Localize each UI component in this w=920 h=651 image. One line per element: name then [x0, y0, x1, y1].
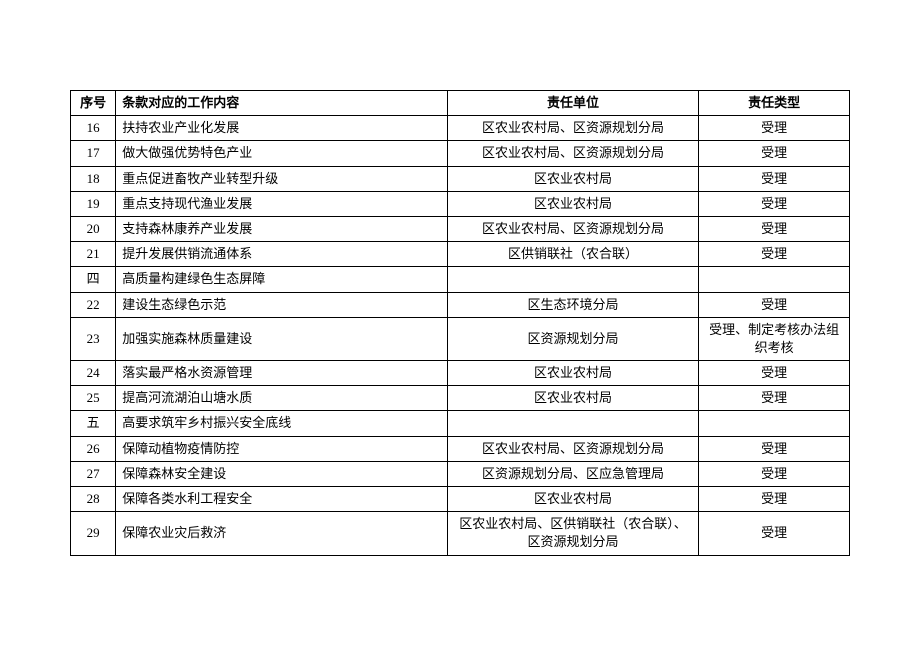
cell-content: 扶持农业产业化发展: [116, 116, 448, 141]
cell-seq: 19: [71, 191, 116, 216]
cell-content: 落实最严格水资源管理: [116, 361, 448, 386]
table-section-row: 四高质量构建绿色生态屏障: [71, 267, 850, 292]
cell-unit: 区农业农村局: [447, 166, 698, 191]
header-seq: 序号: [71, 91, 116, 116]
cell-unit: 区农业农村局、区资源规划分局: [447, 436, 698, 461]
cell-content: 重点支持现代渔业发展: [116, 191, 448, 216]
cell-unit: 区资源规划分局、区应急管理局: [447, 461, 698, 486]
cell-unit: 区农业农村局: [447, 361, 698, 386]
cell-content: 保障农业灾后救济: [116, 512, 448, 555]
cell-content: 加强实施森林质量建设: [116, 317, 448, 360]
cell-type: 受理: [699, 292, 850, 317]
cell-seq: 五: [71, 411, 116, 436]
cell-seq: 24: [71, 361, 116, 386]
cell-unit: 区农业农村局: [447, 386, 698, 411]
cell-type: 受理: [699, 436, 850, 461]
cell-unit: 区农业农村局、区供销联社（农合联）、区资源规划分局: [447, 512, 698, 555]
cell-unit: 区供销联社（农合联）: [447, 242, 698, 267]
header-content: 条款对应的工作内容: [116, 91, 448, 116]
cell-type: 受理、制定考核办法组织考核: [699, 317, 850, 360]
cell-seq: 21: [71, 242, 116, 267]
cell-type: 受理: [699, 166, 850, 191]
table-row: 28保障各类水利工程安全区农业农村局受理: [71, 487, 850, 512]
table-row: 23加强实施森林质量建设区资源规划分局受理、制定考核办法组织考核: [71, 317, 850, 360]
cell-seq: 23: [71, 317, 116, 360]
table-row: 16扶持农业产业化发展区农业农村局、区资源规划分局受理: [71, 116, 850, 141]
cell-content: 保障各类水利工程安全: [116, 487, 448, 512]
cell-seq: 16: [71, 116, 116, 141]
cell-type: 受理: [699, 461, 850, 486]
cell-unit: [447, 411, 698, 436]
cell-content: 高质量构建绿色生态屏障: [116, 267, 448, 292]
cell-unit: 区生态环境分局: [447, 292, 698, 317]
table-row: 18重点促进畜牧产业转型升级区农业农村局受理: [71, 166, 850, 191]
cell-unit: 区农业农村局、区资源规划分局: [447, 216, 698, 241]
table-row: 21提升发展供销流通体系区供销联社（农合联）受理: [71, 242, 850, 267]
cell-seq: 22: [71, 292, 116, 317]
cell-type: 受理: [699, 216, 850, 241]
cell-type: 受理: [699, 487, 850, 512]
cell-seq: 29: [71, 512, 116, 555]
cell-seq: 28: [71, 487, 116, 512]
table-row: 19重点支持现代渔业发展区农业农村局受理: [71, 191, 850, 216]
cell-seq: 四: [71, 267, 116, 292]
table-body: 16扶持农业产业化发展区农业农村局、区资源规划分局受理17做大做强优势特色产业区…: [71, 116, 850, 555]
cell-type: [699, 267, 850, 292]
cell-seq: 18: [71, 166, 116, 191]
table-row: 24落实最严格水资源管理区农业农村局受理: [71, 361, 850, 386]
table-row: 20支持森林康养产业发展区农业农村局、区资源规划分局受理: [71, 216, 850, 241]
cell-seq: 27: [71, 461, 116, 486]
cell-unit: 区农业农村局: [447, 487, 698, 512]
cell-type: 受理: [699, 242, 850, 267]
cell-content: 提高河流湖泊山塘水质: [116, 386, 448, 411]
cell-seq: 17: [71, 141, 116, 166]
cell-content: 建设生态绿色示范: [116, 292, 448, 317]
cell-type: 受理: [699, 191, 850, 216]
table-row: 22建设生态绿色示范区生态环境分局受理: [71, 292, 850, 317]
table-row: 17做大做强优势特色产业区农业农村局、区资源规划分局受理: [71, 141, 850, 166]
cell-unit: 区资源规划分局: [447, 317, 698, 360]
cell-unit: 区农业农村局: [447, 191, 698, 216]
cell-unit: [447, 267, 698, 292]
cell-seq: 25: [71, 386, 116, 411]
table-row: 29保障农业灾后救济区农业农村局、区供销联社（农合联）、区资源规划分局受理: [71, 512, 850, 555]
cell-type: 受理: [699, 512, 850, 555]
table-row: 25提高河流湖泊山塘水质区农业农村局受理: [71, 386, 850, 411]
cell-content: 支持森林康养产业发展: [116, 216, 448, 241]
cell-unit: 区农业农村局、区资源规划分局: [447, 141, 698, 166]
cell-type: 受理: [699, 116, 850, 141]
cell-seq: 26: [71, 436, 116, 461]
table-header-row: 序号 条款对应的工作内容 责任单位 责任类型: [71, 91, 850, 116]
cell-type: 受理: [699, 386, 850, 411]
cell-seq: 20: [71, 216, 116, 241]
cell-content: 保障森林安全建设: [116, 461, 448, 486]
table-row: 26保障动植物疫情防控区农业农村局、区资源规划分局受理: [71, 436, 850, 461]
cell-type: 受理: [699, 141, 850, 166]
table-row: 27保障森林安全建设区资源规划分局、区应急管理局受理: [71, 461, 850, 486]
cell-unit: 区农业农村局、区资源规划分局: [447, 116, 698, 141]
cell-content: 高要求筑牢乡村振兴安全底线: [116, 411, 448, 436]
responsibility-table: 序号 条款对应的工作内容 责任单位 责任类型 16扶持农业产业化发展区农业农村局…: [70, 90, 850, 556]
table-section-row: 五高要求筑牢乡村振兴安全底线: [71, 411, 850, 436]
cell-content: 做大做强优势特色产业: [116, 141, 448, 166]
header-unit: 责任单位: [447, 91, 698, 116]
cell-type: 受理: [699, 361, 850, 386]
cell-content: 重点促进畜牧产业转型升级: [116, 166, 448, 191]
header-type: 责任类型: [699, 91, 850, 116]
cell-type: [699, 411, 850, 436]
cell-content: 保障动植物疫情防控: [116, 436, 448, 461]
cell-content: 提升发展供销流通体系: [116, 242, 448, 267]
